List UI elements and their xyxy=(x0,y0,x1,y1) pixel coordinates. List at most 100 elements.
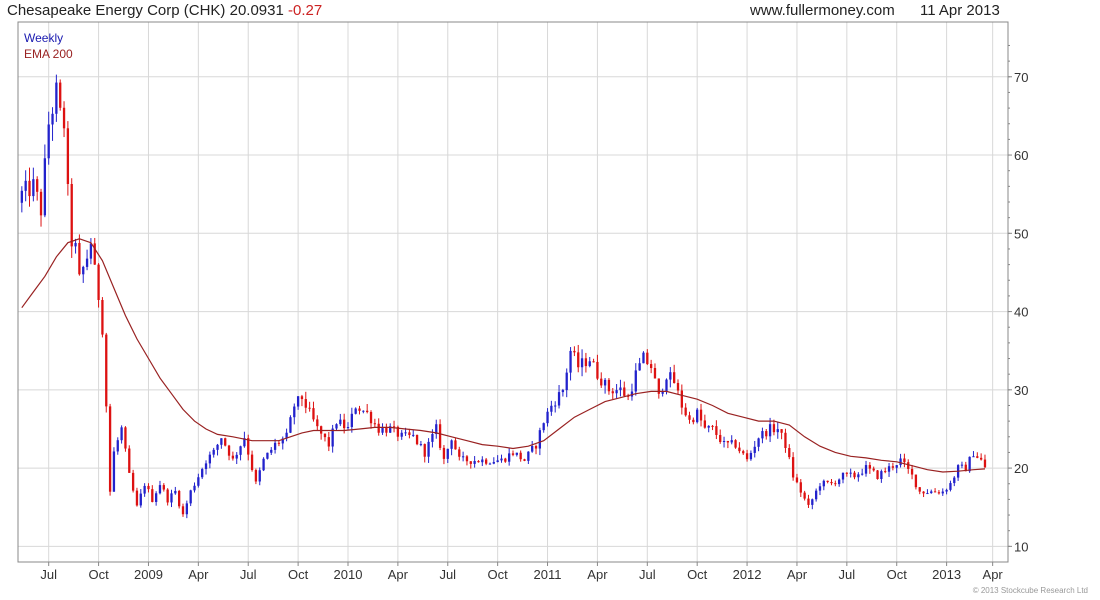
candle-body xyxy=(795,477,799,483)
x-tick-label: 2012 xyxy=(733,567,762,582)
candle-body xyxy=(300,396,304,400)
candle-body xyxy=(450,440,453,449)
candle-body xyxy=(849,472,852,474)
candle-body xyxy=(749,452,753,460)
candle-body xyxy=(70,183,73,247)
x-tick-label: Oct xyxy=(488,567,509,582)
candle-body xyxy=(62,107,66,129)
candle-body xyxy=(465,456,469,462)
candle-body xyxy=(105,334,108,407)
x-tick-label: Apr xyxy=(388,567,409,582)
candle-body xyxy=(47,124,50,159)
candle-body xyxy=(734,440,737,448)
candle-body xyxy=(910,468,914,475)
x-tick-label: Oct xyxy=(887,567,908,582)
candle-body xyxy=(757,438,760,447)
candle-body xyxy=(216,444,219,450)
candle-body xyxy=(807,498,810,505)
candle-body xyxy=(550,405,553,412)
x-tick-label: 2010 xyxy=(334,567,363,582)
legend-weekly: Weekly xyxy=(24,31,64,45)
x-tick-label: Jul xyxy=(639,567,656,582)
candle-body xyxy=(293,406,296,418)
candle-body xyxy=(676,382,680,391)
candle-body xyxy=(51,113,54,125)
y-tick-label: 50 xyxy=(1014,226,1028,241)
plot-area xyxy=(18,22,1008,562)
candle-body xyxy=(918,487,921,492)
candle-body xyxy=(55,82,58,114)
candle-body xyxy=(853,472,856,478)
candle-body xyxy=(776,429,779,433)
candle-body xyxy=(926,493,929,495)
candle-body xyxy=(427,441,430,457)
candle-body xyxy=(960,464,964,466)
chart-legend: Weekly EMA 200 xyxy=(24,30,73,62)
candle-body xyxy=(542,423,545,431)
candle-body xyxy=(166,489,169,503)
candle-body xyxy=(784,432,787,448)
candle-body xyxy=(181,506,185,515)
candle-body xyxy=(358,408,361,411)
candle-body xyxy=(573,350,576,353)
x-tick-label: Jul xyxy=(839,567,856,582)
candle-body xyxy=(949,483,952,490)
candle-body xyxy=(826,480,829,482)
candle-body xyxy=(887,466,891,472)
candle-body xyxy=(719,434,722,442)
candle-body xyxy=(204,463,208,470)
x-tick-label: Jul xyxy=(439,567,456,582)
candle-body xyxy=(554,405,557,407)
candle-body xyxy=(788,447,791,458)
candle-body xyxy=(569,350,572,373)
candle-body xyxy=(711,425,714,427)
candle-body xyxy=(20,190,23,203)
candle-body xyxy=(745,453,749,460)
candle-body xyxy=(508,453,511,462)
candle-body xyxy=(519,452,522,460)
candle-body xyxy=(527,451,530,461)
candle-body xyxy=(24,180,27,191)
candle-body xyxy=(730,440,733,443)
candle-body xyxy=(822,480,825,487)
candle-body xyxy=(346,427,350,429)
candle-body xyxy=(634,370,637,392)
candle-body xyxy=(131,472,135,491)
candle-body xyxy=(868,465,872,469)
candle-body xyxy=(469,461,472,464)
candle-body xyxy=(304,399,307,408)
candle-body xyxy=(584,358,588,367)
candle-body xyxy=(423,444,426,457)
candle-body xyxy=(197,477,200,486)
candle-body xyxy=(147,485,150,490)
candle-body xyxy=(753,446,756,453)
candle-body xyxy=(523,459,526,461)
candle-body xyxy=(538,430,542,449)
candle-body xyxy=(112,451,116,492)
candle-body xyxy=(201,469,204,478)
candle-body xyxy=(227,445,231,456)
candle-body xyxy=(611,391,614,394)
x-tick-label: Oct xyxy=(288,567,309,582)
candle-body xyxy=(220,438,223,445)
candle-body xyxy=(59,82,62,108)
candle-body xyxy=(331,428,334,447)
candle-body xyxy=(97,264,100,300)
y-tick-label: 30 xyxy=(1014,383,1028,398)
candle-body xyxy=(135,490,139,506)
candle-body xyxy=(36,179,39,192)
candle-body xyxy=(914,474,918,488)
candle-body xyxy=(557,392,561,406)
candle-body xyxy=(761,431,764,439)
candle-body xyxy=(619,387,622,391)
candle-body xyxy=(623,387,626,396)
candle-body xyxy=(861,473,864,475)
candle-body xyxy=(369,411,373,424)
candle-body xyxy=(680,390,683,408)
candle-body xyxy=(880,471,883,480)
candle-body xyxy=(799,482,802,493)
candle-body xyxy=(646,352,649,365)
candle-body xyxy=(39,191,43,216)
candle-body xyxy=(673,372,676,383)
candle-body xyxy=(419,444,423,446)
